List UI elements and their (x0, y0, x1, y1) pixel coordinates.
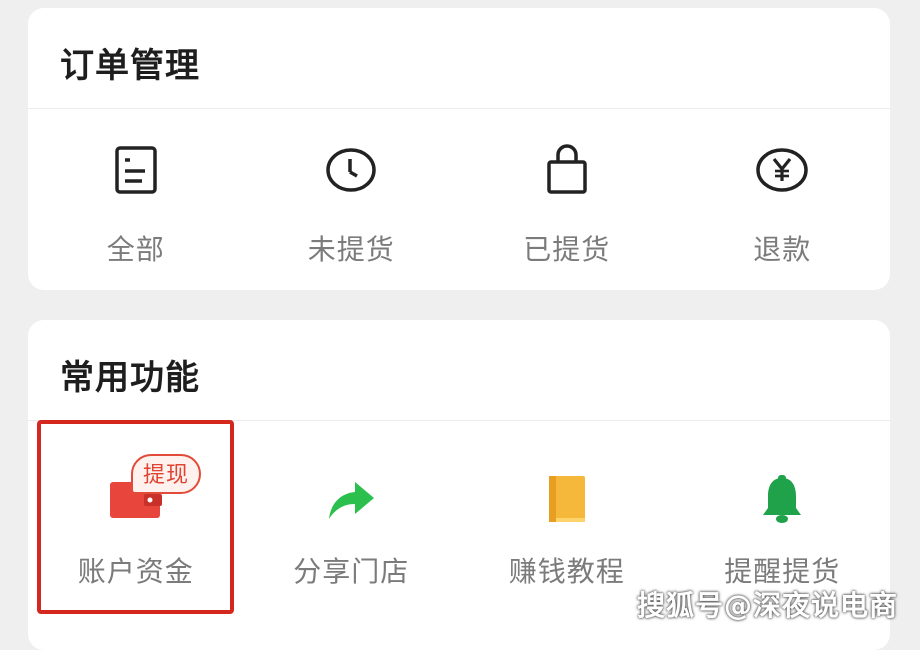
clock-icon (321, 140, 381, 200)
order-grid: 全部 未提货 已提货 退款 (28, 136, 890, 276)
share-store-button[interactable]: 分享门店 (244, 438, 460, 628)
divider (28, 420, 890, 421)
share-store-label: 分享门店 (293, 555, 410, 588)
order-all-label: 全部 (106, 233, 165, 266)
shopping-bag-icon (537, 140, 597, 200)
order-all-button[interactable]: 全部 (28, 136, 244, 276)
bell-icon (752, 470, 812, 530)
order-picked-label: 已提货 (523, 233, 611, 266)
order-refund-label: 退款 (753, 233, 812, 266)
share-arrow-icon (321, 470, 381, 530)
withdraw-badge: 提现 (131, 454, 202, 494)
watermark: 搜狐号@深夜说电商 (636, 589, 898, 622)
order-not-picked-button[interactable]: 未提货 (244, 136, 460, 276)
account-funds-button[interactable]: 提现 账户资金 (28, 438, 244, 628)
list-document-icon (106, 140, 166, 200)
order-picked-button[interactable]: 已提货 (459, 136, 675, 276)
order-management-title: 订单管理 (60, 46, 200, 86)
book-icon (537, 470, 597, 530)
account-funds-label: 账户资金 (77, 555, 194, 588)
divider (28, 108, 890, 109)
order-refund-button[interactable]: 退款 (675, 136, 891, 276)
earning-tutorial-label: 赚钱教程 (508, 555, 625, 588)
order-not-picked-label: 未提货 (307, 233, 395, 266)
order-management-card: 订单管理 全部 未提货 已提货 退款 (28, 8, 890, 290)
yen-refund-icon (752, 140, 812, 200)
common-functions-title: 常用功能 (60, 358, 200, 398)
